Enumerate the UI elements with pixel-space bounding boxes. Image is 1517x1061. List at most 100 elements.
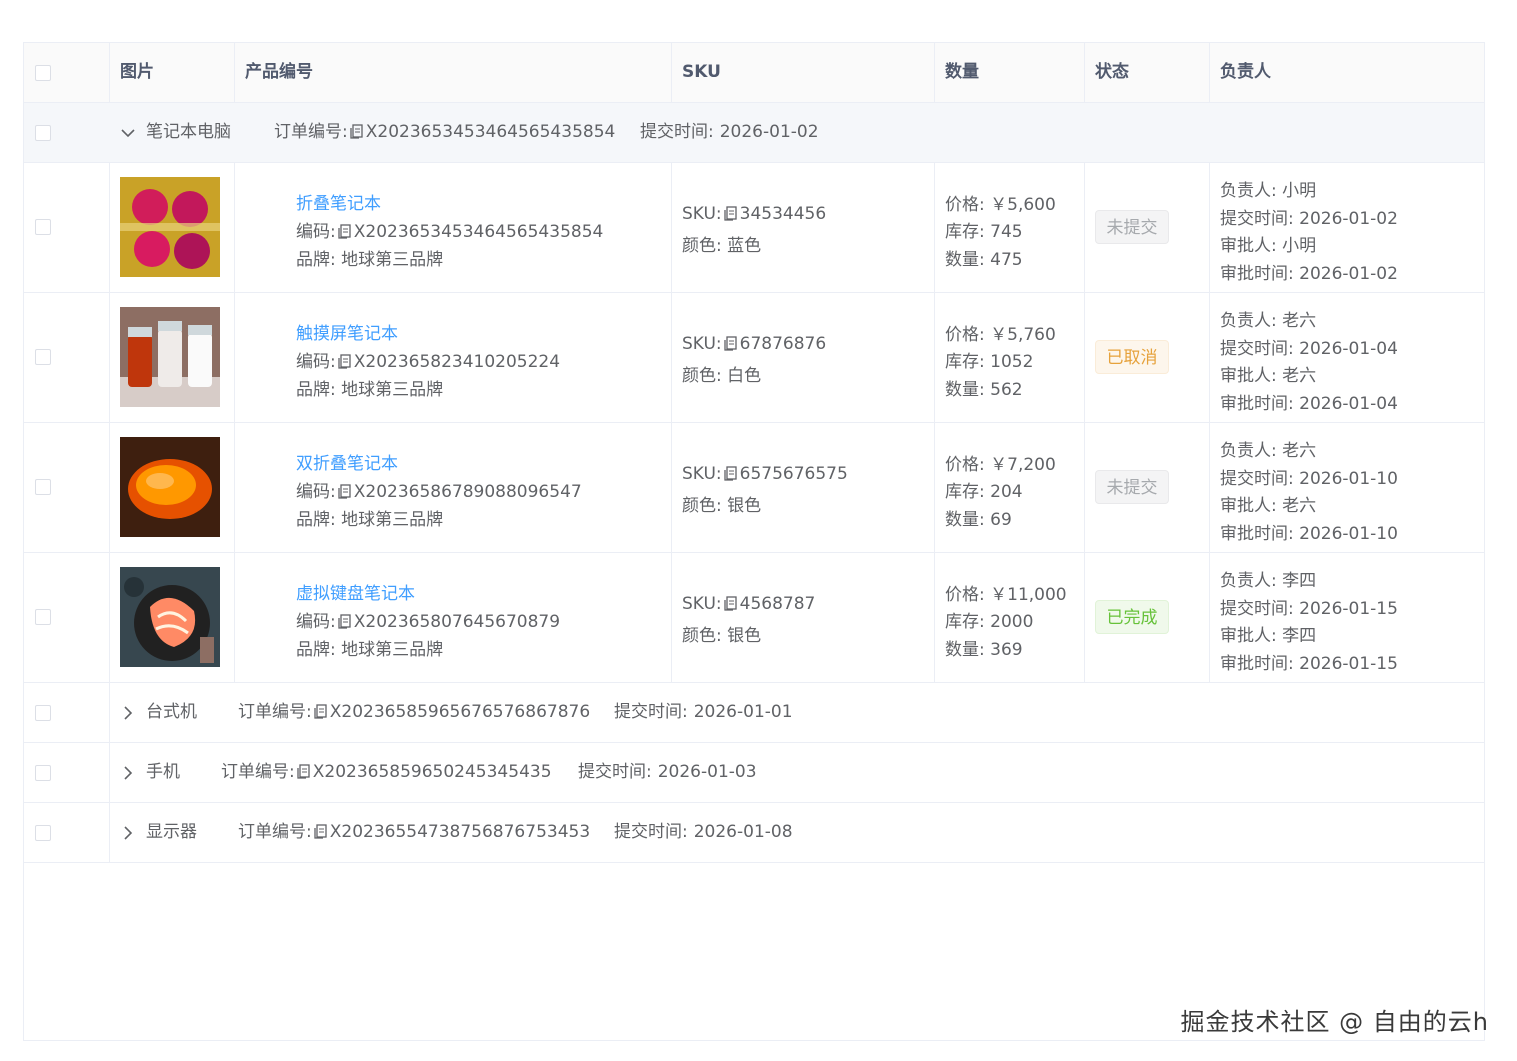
approver: 审批人: 老六 — [1220, 496, 1317, 516]
stock: 库存: 745 — [945, 222, 1023, 242]
product-image — [120, 177, 220, 277]
order-number: 订单编号: X20236554738756876753453 — [238, 822, 591, 842]
sku-value: SKU: 4568787 — [682, 594, 816, 614]
sku-value: SKU: 34534456 — [682, 204, 827, 224]
row-checkbox[interactable] — [35, 479, 51, 495]
product-code: 编码: X20236586789088096547 — [296, 482, 582, 502]
product-brand: 品牌: 地球第三品牌 — [296, 640, 444, 660]
owner-submit-time: 提交时间: 2026-01-02 — [1220, 209, 1398, 229]
copy-icon[interactable] — [314, 824, 327, 839]
product-brand: 品牌: 地球第三品牌 — [296, 510, 444, 530]
price: 价格: ￥5,760 — [945, 325, 1056, 345]
quantity: 数量: 475 — [945, 250, 1023, 270]
copy-icon[interactable] — [724, 206, 737, 221]
group-category: 显示器 — [146, 822, 197, 842]
table-row: 触摸屏笔记本编码: X202365823410205224 品牌: 地球第三品牌 SK… — [24, 293, 1484, 422]
copy-icon[interactable] — [724, 596, 737, 611]
approver: 审批人: 小明 — [1220, 236, 1317, 256]
watermark: 掘金技术社区 @ 自由的云h — [1180, 1008, 1489, 1036]
row-checkbox[interactable] — [35, 825, 51, 841]
column-header-status: 状态 — [1095, 62, 1129, 82]
group-category: 手机 — [146, 762, 180, 782]
status-badge: 未提交 — [1095, 470, 1169, 504]
product-image — [120, 437, 220, 537]
product-brand: 品牌: 地球第三品牌 — [296, 250, 444, 270]
sku-color: 颜色: 银色 — [682, 626, 762, 646]
owner-submit-time: 提交时间: 2026-01-15 — [1220, 599, 1398, 619]
table-row: 折叠笔记本编码: X2023653453464565435854 品牌: 地球第三品… — [24, 163, 1484, 292]
group-category: 台式机 — [146, 702, 197, 722]
price: 价格: ￥5,600 — [945, 195, 1056, 215]
order-table: 图片 产品编号 SKU 数量 状态 负责人 笔记本电脑 订单编号: X202365… — [23, 42, 1485, 1041]
stock: 库存: 1052 — [945, 352, 1034, 372]
copy-icon[interactable] — [338, 354, 351, 369]
product-image — [120, 567, 220, 667]
product-name-link[interactable]: 虚拟键盘笔记本 — [296, 579, 415, 604]
approve-time: 审批时间: 2026-01-10 — [1220, 524, 1398, 544]
chevron-down-icon[interactable] — [119, 124, 137, 142]
row-checkbox[interactable] — [35, 705, 51, 721]
copy-icon[interactable] — [338, 224, 351, 239]
owner: 负责人: 小明 — [1220, 181, 1317, 201]
group-row[interactable]: 台式机 订单编号: X20236585965676576867876 提交时间: 2… — [24, 683, 1484, 742]
table-row: 双折叠笔记本编码: X20236586789088096547 品牌: 地球第三品牌… — [24, 423, 1484, 552]
owner-submit-time: 提交时间: 2026-01-10 — [1220, 469, 1398, 489]
status-badge: 未提交 — [1095, 210, 1169, 244]
copy-icon[interactable] — [724, 336, 737, 351]
product-name-link[interactable]: 双折叠笔记本 — [296, 449, 398, 474]
sku-value: SKU: 67876876 — [682, 334, 827, 354]
stock: 库存: 204 — [945, 482, 1023, 502]
row-checkbox[interactable] — [35, 125, 51, 141]
group-row[interactable]: 显示器 订单编号: X20236554738756876753453 提交时间: 2… — [24, 803, 1484, 862]
stock: 库存: 2000 — [945, 612, 1034, 632]
copy-icon[interactable] — [350, 124, 363, 139]
column-header-product-code: 产品编号 — [245, 62, 313, 82]
product-name-link[interactable]: 触摸屏笔记本 — [296, 319, 398, 344]
order-number: 订单编号: X20236585965676576867876 — [238, 702, 591, 722]
table-header: 图片 产品编号 SKU 数量 状态 负责人 — [24, 43, 1484, 102]
sku-value: SKU: 6575676575 — [682, 464, 848, 484]
approver: 审批人: 老六 — [1220, 366, 1317, 386]
sku-color: 颜色: 蓝色 — [682, 236, 762, 256]
approve-time: 审批时间: 2026-01-04 — [1220, 394, 1398, 414]
row-checkbox[interactable] — [35, 765, 51, 781]
table-row: 虚拟键盘笔记本编码: X202365807645670879 品牌: 地球第三品牌 S… — [24, 553, 1484, 682]
row-checkbox[interactable] — [35, 349, 51, 365]
group-category: 笔记本电脑 — [146, 122, 231, 142]
copy-icon[interactable] — [724, 466, 737, 481]
owner: 负责人: 李四 — [1220, 571, 1317, 591]
status-badge: 已完成 — [1095, 600, 1169, 634]
quantity: 数量: 369 — [945, 640, 1023, 660]
row-checkbox[interactable] — [35, 609, 51, 625]
owner-submit-time: 提交时间: 2026-01-04 — [1220, 339, 1398, 359]
row-checkbox[interactable] — [35, 219, 51, 235]
copy-icon[interactable] — [338, 484, 351, 499]
copy-icon[interactable] — [314, 704, 327, 719]
group-row[interactable]: 笔记本电脑 订单编号: X2023653453464565435854 提交时间:… — [24, 103, 1484, 162]
approve-time: 审批时间: 2026-01-02 — [1220, 264, 1398, 284]
quantity: 数量: 69 — [945, 510, 1012, 530]
product-code: 编码: X2023653453464565435854 — [296, 222, 604, 242]
product-code: 编码: X202365807645670879 — [296, 612, 561, 632]
copy-icon[interactable] — [338, 614, 351, 629]
chevron-right-icon[interactable] — [119, 704, 137, 722]
column-header-quantity: 数量 — [945, 62, 979, 82]
submit-time: 提交时间: 2026-01-08 — [614, 822, 793, 842]
product-name-link[interactable]: 折叠笔记本 — [296, 189, 381, 214]
product-image — [120, 307, 220, 407]
column-header-sku: SKU — [682, 62, 721, 82]
select-all-checkbox[interactable] — [35, 65, 51, 81]
submit-time: 提交时间: 2026-01-03 — [578, 762, 757, 782]
approve-time: 审批时间: 2026-01-15 — [1220, 654, 1398, 674]
price: 价格: ￥11,000 — [945, 585, 1067, 605]
product-code: 编码: X202365823410205224 — [296, 352, 561, 372]
chevron-right-icon[interactable] — [119, 764, 137, 782]
status-badge: 已取消 — [1095, 340, 1169, 374]
copy-icon[interactable] — [297, 764, 310, 779]
column-header-owner: 负责人 — [1220, 62, 1271, 82]
product-brand: 品牌: 地球第三品牌 — [296, 380, 444, 400]
group-row[interactable]: 手机 订单编号: X202365859650245345435 提交时间: 2026… — [24, 743, 1484, 802]
chevron-right-icon[interactable] — [119, 824, 137, 842]
approver: 审批人: 李四 — [1220, 626, 1317, 646]
owner: 负责人: 老六 — [1220, 441, 1317, 461]
